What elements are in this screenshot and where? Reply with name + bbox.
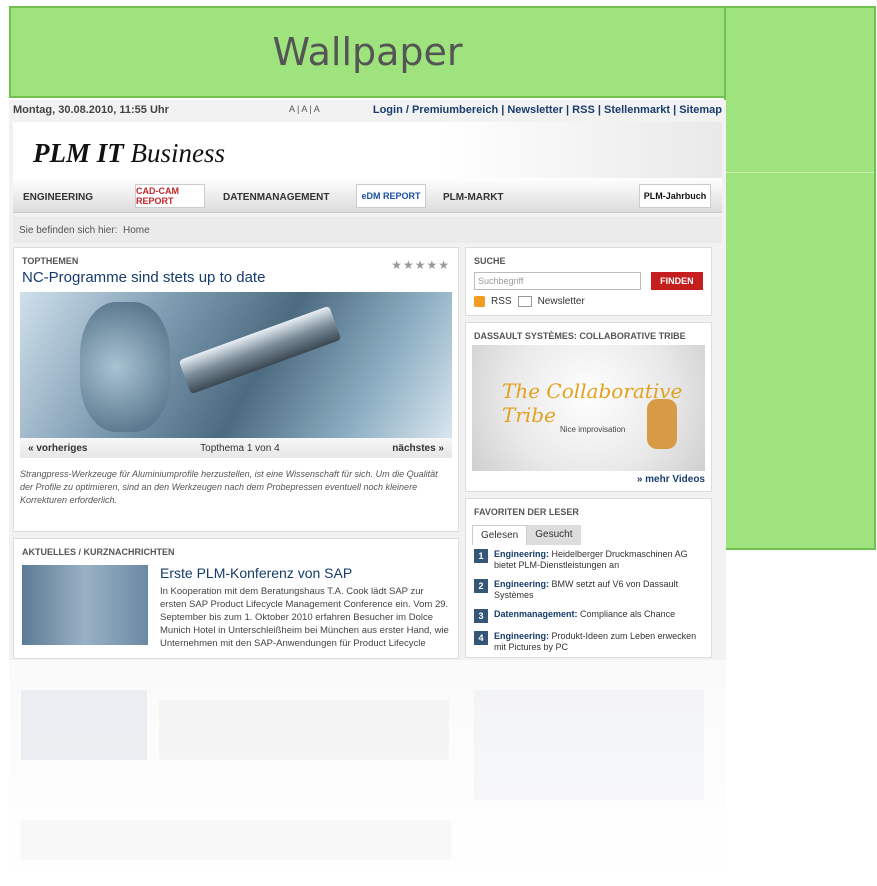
rank-number: 2 [474, 579, 488, 593]
top-links[interactable]: Login / Premiumbereich | Newsletter | RS… [373, 104, 722, 116]
news-headline[interactable]: Erste PLM-Konferenz von SAP [160, 565, 450, 581]
news-item: Erste PLM-Konferenz von SAP In Kooperati… [14, 557, 458, 658]
current-date: Montag, 30.08.2010, 11:55 Uhr [13, 104, 169, 116]
aktuelles-title: AKTUELLES / KURZNACHRICHTEN [22, 547, 175, 557]
list-item[interactable]: 2 Engineering: BMW setzt auf V6 von Dass… [466, 575, 711, 605]
news-text: In Kooperation mit dem Beratungshaus T.A… [160, 586, 449, 649]
news-image[interactable] [22, 565, 148, 645]
list-item[interactable]: 1 Engineering: Heidelberger Druckmaschin… [466, 545, 711, 575]
plm-jahrbuch-badge[interactable]: PLM-Jahrbuch [639, 184, 711, 208]
top-bar: Montag, 30.08.2010, 11:55 Uhr A | A | A … [9, 100, 726, 122]
rss-icon [474, 296, 485, 307]
mail-icon [517, 296, 532, 307]
topthemen-panel: TOPTHEMEN ★★★★★ NC-Programme sind stets … [13, 247, 459, 532]
nav-engineering[interactable]: ENGINEERING [23, 192, 93, 203]
font-size-switcher[interactable]: A | A | A [289, 104, 320, 114]
video-player[interactable]: The Collaborative Tribe Nice improvisati… [472, 345, 705, 471]
cadcam-report-badge[interactable]: CAD-CAM REPORT [135, 184, 205, 208]
wallpaper-banner: Wallpaper [9, 6, 726, 98]
edm-report-badge[interactable]: eDM REPORT [356, 184, 426, 208]
fav-category: Engineering: [494, 579, 550, 589]
prev-button[interactable]: « vorheriges [28, 443, 87, 454]
topthema-counter: Topthema 1 von 4 [200, 442, 280, 454]
logo-rest: Business [123, 138, 226, 168]
video-title: DASSAULT SYSTÈMES: COLLABORATIVE TRIBE [474, 331, 686, 341]
machine-hub [80, 302, 170, 432]
rank-number: 1 [474, 549, 488, 563]
nav-plm-markt[interactable]: PLM-MARKT [443, 192, 504, 203]
more-videos-link[interactable]: » mehr Videos [466, 471, 711, 491]
main-navigation: ENGINEERING CAD-CAM REPORT DATENMANAGEME… [13, 178, 722, 213]
aktuelles-panel: AKTUELLES / KURZNACHRICHTEN Erste PLM-Ko… [13, 538, 459, 659]
left-column: TOPTHEMEN ★★★★★ NC-Programme sind stets … [13, 247, 459, 660]
wallpaper-title: Wallpaper [272, 30, 463, 74]
fav-category: Datenmanagement: [494, 609, 578, 619]
finden-button[interactable]: FINDEN [650, 272, 703, 290]
list-item[interactable]: 4 Engineering: Produkt-Ideen zum Leben e… [466, 627, 711, 657]
favoriten-title: FAVORITEN DER LESER [474, 507, 579, 517]
header: PLM IT Business [13, 122, 722, 178]
fav-category: Engineering: [494, 631, 550, 641]
favoriten-panel: FAVORITEN DER LESER Gelesen Gesucht 1 En… [465, 498, 712, 658]
website-preview: Montag, 30.08.2010, 11:55 Uhr A | A | A … [9, 100, 726, 660]
rating-stars[interactable]: ★★★★★ [391, 258, 450, 272]
page-reflection [9, 660, 726, 886]
search-title: SUCHE [474, 256, 506, 266]
site-logo[interactable]: PLM IT Business [33, 138, 225, 169]
logo-strong: PLM IT [33, 138, 124, 168]
topthema-teaser: Strangpress-Werkzeuge für Aluminiumprofi… [20, 469, 438, 505]
list-item[interactable]: 3 Datenmanagement: Compliance als Chance [466, 605, 711, 627]
topthema-image[interactable] [20, 292, 452, 438]
rank-number: 4 [474, 631, 488, 645]
search-panel: SUCHE Suchbegriff FINDEN RSS Newsletter [465, 247, 712, 316]
breadcrumb: Sie befinden sich hier: Home [13, 217, 722, 243]
tab-gelesen[interactable]: Gelesen [472, 525, 528, 545]
cartoon-figure [647, 399, 677, 449]
breadcrumb-home[interactable]: Home [123, 225, 150, 236]
rank-number: 3 [474, 609, 488, 623]
topthema-pager: « vorheriges Topthema 1 von 4 nächstes » [20, 438, 452, 458]
video-panel: DASSAULT SYSTÈMES: COLLABORATIVE TRIBE T… [465, 322, 712, 492]
nav-datenmanagement[interactable]: DATENMANAGEMENT [223, 192, 329, 203]
newsletter-link[interactable]: Newsletter [538, 296, 585, 307]
right-column: SUCHE Suchbegriff FINDEN RSS Newsletter … [465, 247, 712, 660]
wallpaper-right-panel [724, 6, 876, 550]
drill-bit [178, 305, 342, 395]
tab-gesucht[interactable]: Gesucht [527, 525, 581, 545]
fav-category: Engineering: [494, 549, 550, 559]
video-subtitle: Nice improvisation [560, 425, 626, 434]
next-button[interactable]: nächstes » [392, 443, 444, 454]
fav-text: Compliance als Chance [577, 609, 676, 619]
breadcrumb-label: Sie befinden sich hier: [19, 224, 118, 236]
reflection-fade [9, 660, 726, 886]
wallpaper-divider [726, 172, 874, 173]
search-input[interactable]: Suchbegriff [474, 272, 641, 290]
rss-link[interactable]: RSS [491, 296, 512, 307]
